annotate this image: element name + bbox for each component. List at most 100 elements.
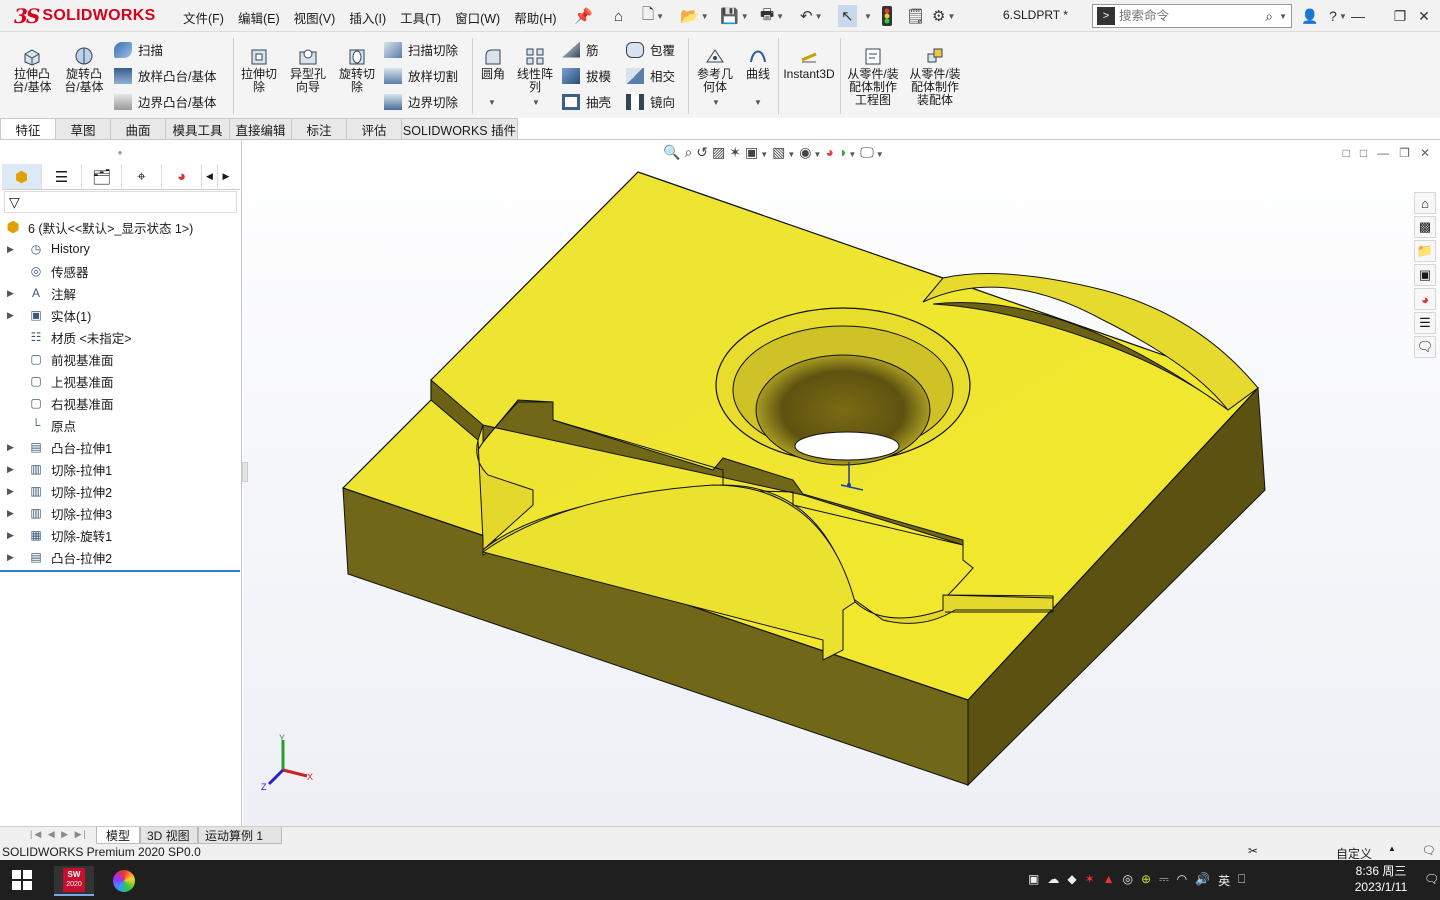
swept-cut-button[interactable]: 扫描切除 xyxy=(384,40,458,59)
menu-view[interactable]: 视图(V) xyxy=(287,6,343,29)
tab-scroll-right[interactable]: ▶ xyxy=(218,164,234,189)
expand-arrow-icon[interactable]: ▶ xyxy=(7,530,19,541)
linear-pattern-button[interactable]: 线性阵列 xyxy=(514,46,556,94)
extrude-boss-button[interactable]: 拉伸凸台/基体 xyxy=(8,46,56,94)
windows-start-icon[interactable] xyxy=(12,870,32,890)
search-icon[interactable]: ⌕ xyxy=(1265,8,1273,25)
tree-root[interactable]: ⬢ 6 (默认<<默认>_显示状态 1>) xyxy=(0,216,240,238)
custom-properties-icon[interactable]: ☰ xyxy=(1414,312,1436,334)
revolve-boss-button[interactable]: 旋转凸台/基体 xyxy=(60,46,108,94)
tab-features[interactable]: 特征 xyxy=(0,118,56,139)
solidworks-taskbar-app[interactable]: SW 2020 xyxy=(54,866,94,896)
ime-indicator[interactable]: 英 xyxy=(1218,872,1230,889)
tray-plus-icon[interactable]: ⊕ xyxy=(1141,872,1151,889)
tab-mold-tools[interactable]: 模具工具 xyxy=(165,118,230,139)
feature-manager-tab[interactable]: ⬢ xyxy=(2,164,42,189)
linear-pattern-dropdown[interactable]: ▼ xyxy=(532,98,540,107)
tree-item[interactable]: ▢ 前视基准面 xyxy=(0,348,240,370)
property-manager-tab[interactable]: ☰ xyxy=(42,164,82,189)
tree-item[interactable]: ▶ ▤ 凸台-拉伸1 xyxy=(0,436,240,458)
tray-circle-icon[interactable]: ◎ xyxy=(1123,872,1133,889)
reference-geometry-dropdown[interactable]: ▼ xyxy=(712,98,720,107)
part-model[interactable] xyxy=(243,140,1440,826)
tab-direct-editing[interactable]: 直接编辑 xyxy=(229,118,292,139)
file-properties-icon[interactable]: 🗒 xyxy=(906,5,925,27)
tree-item[interactable]: ▶ ▤ 凸台-拉伸2 xyxy=(0,546,240,568)
design-library-icon[interactable]: ▩ xyxy=(1414,216,1436,238)
configuration-manager-tab[interactable]: 🗂 xyxy=(82,164,122,189)
tree-item[interactable]: ▶ ▥ 切除-拉伸3 xyxy=(0,502,240,524)
browser-taskbar-app[interactable] xyxy=(104,866,144,896)
dimxpert-manager-tab[interactable]: ⌖ xyxy=(122,164,162,189)
tray-cad-icon[interactable]: ▲ xyxy=(1103,872,1115,889)
print-icon[interactable]: 🖶 ▼ xyxy=(760,5,784,27)
tree-item[interactable]: ▶ ▣ 实体(1) xyxy=(0,304,240,326)
fillet-dropdown[interactable]: ▼ xyxy=(488,98,496,107)
rib-button[interactable]: 筋 xyxy=(562,40,599,59)
tree-item[interactable]: ☷ 材质 <未指定> xyxy=(0,326,240,348)
solidworks-logo[interactable]: 3S SOLIDWORKS xyxy=(14,3,156,29)
close-button[interactable]: ✕ xyxy=(1412,4,1436,28)
loft-button[interactable]: 放样凸台/基体 xyxy=(114,66,216,85)
appearances-icon[interactable]: ◕ xyxy=(1414,288,1436,310)
pin-icon[interactable]: 📌 xyxy=(574,5,593,27)
sweep-button[interactable]: 扫描 xyxy=(114,40,163,59)
menu-insert[interactable]: 插入(I) xyxy=(342,6,393,29)
save-icon[interactable]: 💾 ▼ xyxy=(720,5,749,27)
input-method-icon[interactable]: ⎕ xyxy=(1238,872,1245,889)
lofted-cut-button[interactable]: 放样切割 xyxy=(384,66,458,85)
graphics-area[interactable]: 🔍 ⌕ ↺ ▨ ✶ ▣ ▼ ▧ ▼ ◉ ▼ ◕ ◑ ▼ 🖵 ▼ □ □ — ❐ ✕ xyxy=(243,140,1440,826)
panel-collapse-handle[interactable] xyxy=(242,462,248,482)
search-dropdown[interactable]: ▼ xyxy=(1279,12,1287,21)
cloud-icon[interactable]: ☁ xyxy=(1047,872,1059,889)
search-commands[interactable]: > ⌕ ▼ xyxy=(1092,4,1292,28)
curves-dropdown[interactable]: ▼ xyxy=(754,98,762,107)
menu-edit[interactable]: 编辑(E) xyxy=(231,6,287,29)
fillet-button[interactable]: 圆角 xyxy=(476,46,510,81)
tray-solidworks-icon[interactable]: ✶ xyxy=(1085,872,1095,889)
undo-icon[interactable]: ↶ ▼ xyxy=(800,5,823,27)
notification-center-icon[interactable]: 🗨 xyxy=(1424,872,1439,886)
wifi-icon[interactable]: ◠ xyxy=(1177,872,1187,889)
expand-arrow-icon[interactable]: ▶ xyxy=(7,442,19,453)
expand-arrow-icon[interactable]: ▶ xyxy=(7,244,19,255)
boundary-boss-button[interactable]: 边界凸台/基体 xyxy=(114,92,216,111)
file-explorer-icon[interactable]: 📁 xyxy=(1414,240,1436,262)
expand-arrow-icon[interactable]: ▶ xyxy=(7,552,19,563)
expand-arrow-icon[interactable]: ▶ xyxy=(7,464,19,475)
extrude-cut-button[interactable]: 拉伸切除 xyxy=(236,46,282,94)
rebuild-icon[interactable] xyxy=(882,5,892,27)
make-assembly-button[interactable]: 从零件/装配体制作装配体 xyxy=(906,46,964,107)
menu-file[interactable]: 文件(F) xyxy=(176,6,231,29)
tree-item[interactable]: ▶ ◷ History xyxy=(0,238,240,260)
tree-item[interactable]: ▶ ▦ 切除-旋转1 xyxy=(0,524,240,546)
open-icon[interactable]: 📂 ▼ xyxy=(680,5,709,27)
tray-bluetooth-icon[interactable]: ◆ xyxy=(1067,872,1076,889)
tab-sketch[interactable]: 草图 xyxy=(55,118,111,139)
hole-wizard-button[interactable]: 异型孔向导 xyxy=(286,46,330,94)
minimize-button[interactable]: — xyxy=(1346,4,1370,28)
intersect-button[interactable]: 相交 xyxy=(626,66,675,85)
tree-item[interactable]: └ 原点 xyxy=(0,414,240,436)
boundary-cut-button[interactable]: 边界切除 xyxy=(384,92,458,111)
restore-button[interactable]: ❐ xyxy=(1388,4,1412,28)
mirror-button[interactable]: 镜向 xyxy=(626,92,675,111)
select-dropdown[interactable]: ▼ xyxy=(862,5,872,27)
tab-scroll-arrows[interactable]: |◀ ◀ ▶ ▶| xyxy=(30,829,88,840)
expand-arrow-icon[interactable]: ▶ xyxy=(7,310,19,321)
tree-item[interactable]: ◎ 传感器 xyxy=(0,260,240,282)
view-palette-icon[interactable]: ▣ xyxy=(1414,264,1436,286)
notification-icon[interactable]: 🗨 xyxy=(1422,844,1436,857)
tab-surfaces[interactable]: 曲面 xyxy=(110,118,166,139)
clock[interactable]: 8:36 周三 2023/1/11 xyxy=(1346,863,1416,895)
menu-window[interactable]: 窗口(W) xyxy=(448,6,507,29)
menu-help[interactable]: 帮助(H) xyxy=(507,6,563,29)
shell-button[interactable]: 抽壳 xyxy=(562,92,611,111)
panel-splitter-handle[interactable]: ● xyxy=(0,148,240,157)
tree-item[interactable]: ▢ 右视基准面 xyxy=(0,392,240,414)
tree-filter[interactable]: ▽ xyxy=(4,191,237,213)
draft-button[interactable]: 拔模 xyxy=(562,66,611,85)
select-cursor-icon[interactable]: ↖ xyxy=(838,5,857,27)
volume-icon[interactable]: 🔊 xyxy=(1195,872,1210,889)
unit-system-dropdown[interactable]: ▲ xyxy=(1388,844,1396,853)
